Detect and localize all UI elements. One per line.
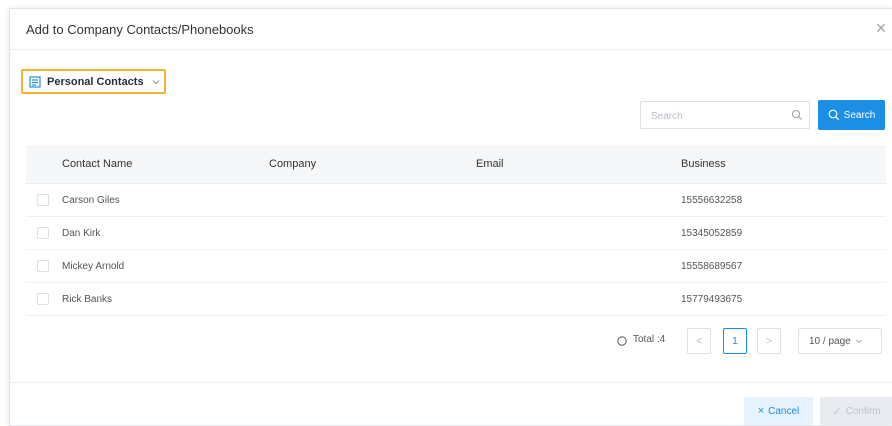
column-header-contact-name[interactable]: Contact Name [62, 145, 132, 183]
table-header: Contact Name Company Email Business [26, 145, 886, 184]
table-row[interactable]: Dan Kirk 15345052859 [26, 217, 886, 250]
row-checkbox[interactable] [37, 194, 49, 206]
table-row[interactable]: Rick Banks 15779493675 [26, 283, 886, 316]
dialog-title: Add to Company Contacts/Phonebooks [26, 22, 254, 37]
table-row[interactable]: Mickey Arnold 15558689567 [26, 250, 886, 283]
row-checkbox[interactable] [37, 293, 49, 305]
business-number-cell: 15779493675 [681, 293, 743, 305]
dialog-header: Add to Company Contacts/Phonebooks × [10, 9, 892, 50]
chevron-down-icon [855, 337, 863, 345]
contacts-table: Contact Name Company Email Business Cars… [26, 145, 886, 316]
add-contacts-dialog: Add to Company Contacts/Phonebooks × Per… [9, 8, 892, 426]
close-icon[interactable]: × [871, 18, 891, 38]
column-header-business[interactable]: Business [681, 145, 726, 183]
pagination: Total :4 < 1 > 10 / page [10, 327, 892, 355]
confirm-button-label: Confirm [845, 405, 881, 417]
contact-name-cell: Carson Giles [62, 194, 120, 206]
row-checkbox[interactable] [37, 260, 49, 272]
cancel-button[interactable]: × Cancel [744, 397, 813, 425]
total-count: Total :4 [633, 334, 666, 345]
contact-book-icon [29, 75, 41, 88]
cancel-button-label: Cancel [768, 405, 800, 417]
confirm-button[interactable]: ✓ Confirm [820, 397, 892, 425]
business-number-cell: 15556632258 [681, 194, 743, 206]
business-number-cell: 15558689567 [681, 260, 743, 272]
search-field[interactable] [640, 101, 810, 129]
page-number-button[interactable]: 1 [723, 328, 747, 354]
page-size-select[interactable]: 10 / page [798, 328, 882, 354]
search-button[interactable]: Search [818, 100, 885, 130]
contact-name-cell: Rick Banks [62, 293, 113, 305]
business-number-cell: 15345052859 [681, 227, 743, 239]
search-button-label: Search [843, 109, 876, 121]
search-input[interactable] [649, 106, 783, 126]
column-header-company[interactable]: Company [269, 145, 316, 183]
page-size-value: 10 / page [809, 335, 851, 347]
close-icon: × [757, 405, 765, 417]
table-row[interactable]: Carson Giles 15556632258 [26, 184, 886, 217]
contact-name-cell: Dan Kirk [62, 227, 101, 239]
chevron-down-icon [151, 77, 161, 87]
next-page-button[interactable]: > [757, 328, 781, 354]
contact-source-select[interactable]: Personal Contacts [21, 69, 166, 94]
check-icon: ✓ [832, 405, 842, 418]
row-checkbox[interactable] [37, 227, 49, 239]
refresh-icon[interactable] [616, 335, 628, 347]
search-icon [791, 109, 803, 121]
dialog-footer: × Cancel ✓ Confirm [10, 382, 892, 426]
prev-page-button[interactable]: < [687, 328, 711, 354]
column-header-email[interactable]: Email [476, 145, 504, 183]
contact-name-cell: Mickey Arnold [62, 260, 125, 272]
contact-source-label: Personal Contacts [47, 75, 144, 88]
search-icon [828, 109, 840, 121]
